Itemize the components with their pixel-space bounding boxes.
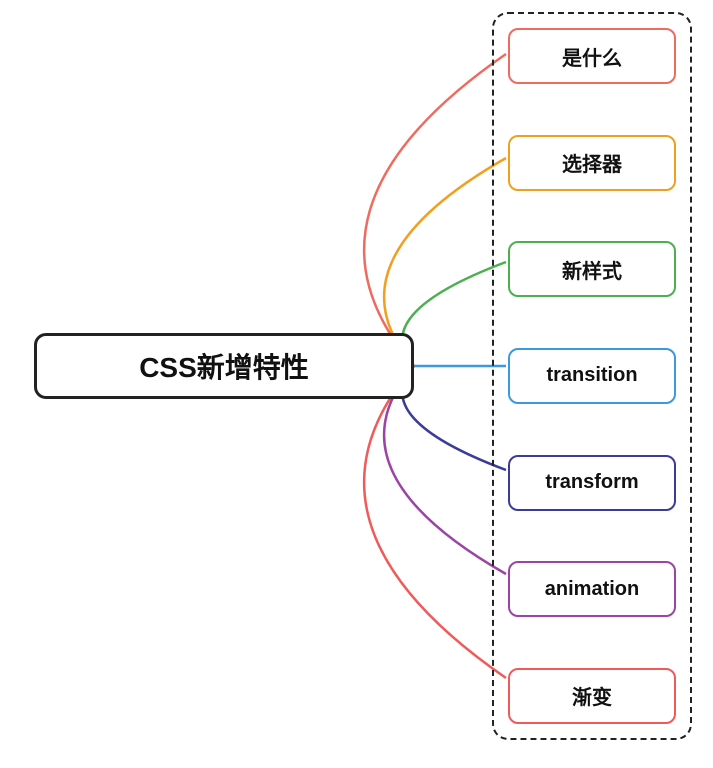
connector [402, 262, 506, 366]
child-label: 是什么 [562, 42, 622, 71]
child-node: transform [508, 455, 676, 511]
child-label: transform [545, 471, 638, 494]
connector [364, 54, 506, 366]
child-label: transition [546, 364, 637, 387]
child-node: animation [508, 561, 676, 617]
mindmap-canvas: CSS新增特性 是什么选择器新样式 transition transform anim… [0, 0, 713, 768]
connector [402, 366, 506, 470]
child-label: animation [545, 578, 639, 601]
child-label: 新样式 [562, 255, 622, 284]
root-label: CSS新增特性 [139, 346, 309, 386]
root-node: CSS新增特性 [34, 333, 414, 399]
child-node: 是什么 [508, 28, 676, 84]
connector [364, 366, 506, 678]
child-node: 渐变 [508, 668, 676, 724]
child-node: 新样式 [508, 241, 676, 297]
child-node: transition [508, 348, 676, 404]
child-label: 渐变 [572, 681, 612, 710]
child-label: 选择器 [562, 148, 622, 177]
children-container: 是什么选择器新样式 transition transform animation 渐变 [492, 12, 692, 740]
child-node: 选择器 [508, 135, 676, 191]
